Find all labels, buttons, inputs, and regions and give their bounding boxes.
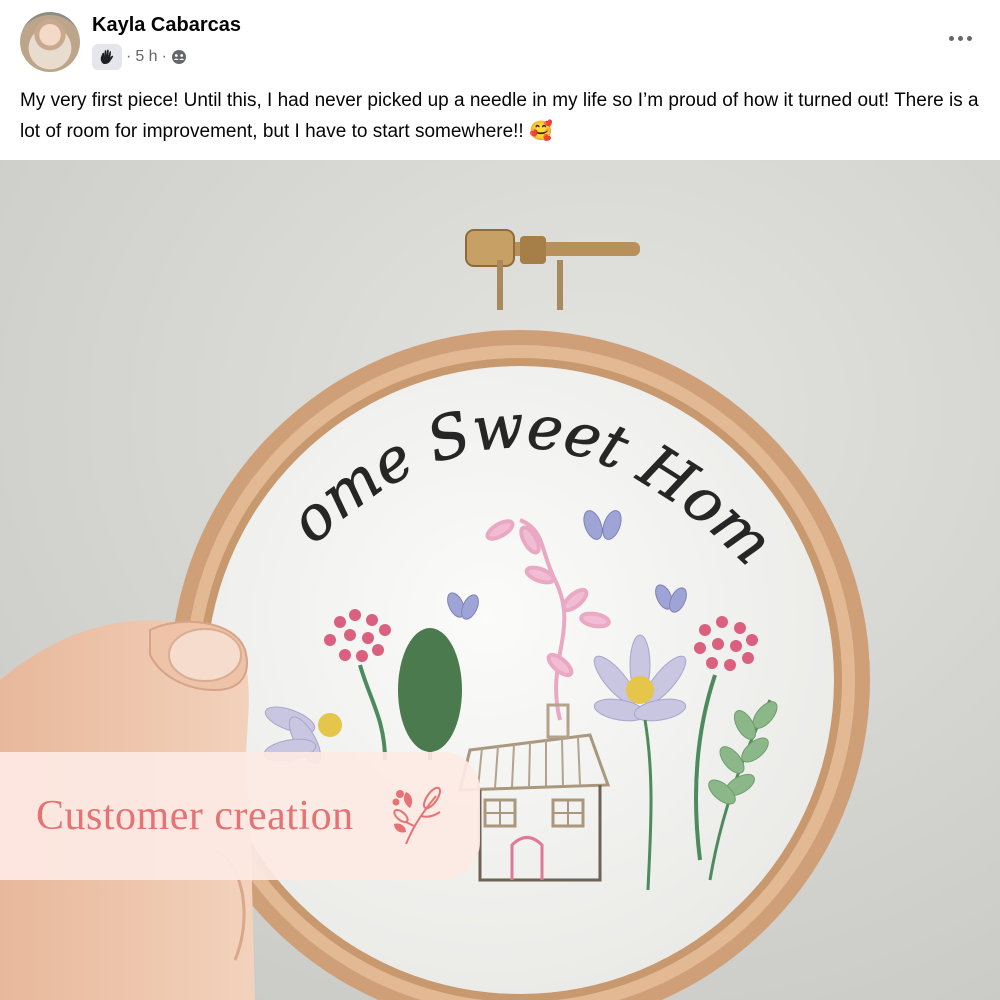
post-header: Kayla Cabarcas · 5 h · My very first pie…	[0, 0, 1000, 160]
customer-creation-badge: Customer creation	[0, 752, 480, 880]
author-name[interactable]: Kayla Cabarcas	[92, 14, 241, 37]
meta-dot: ·	[126, 48, 132, 65]
dot	[948, 35, 954, 41]
post-text: My very first piece! Until this, I had n…	[20, 90, 979, 142]
sprig-icon	[392, 786, 442, 845]
post-body: My very first piece! Until this, I had n…	[20, 86, 980, 147]
more-options-button[interactable]	[940, 22, 980, 54]
avatar[interactable]	[20, 12, 80, 72]
dot	[966, 35, 972, 41]
customer-creation-label: Customer creation	[36, 793, 354, 839]
post-time[interactable]: 5 h	[135, 48, 157, 66]
meta-dot-2: ·	[161, 48, 167, 65]
smiling-hearts-emoji: 🥰	[529, 120, 553, 142]
waving-hand-badge-icon[interactable]	[92, 44, 122, 70]
post-meta: · 5 h ·	[92, 44, 187, 70]
group-audience-icon[interactable]	[171, 49, 187, 65]
dot	[957, 35, 963, 41]
